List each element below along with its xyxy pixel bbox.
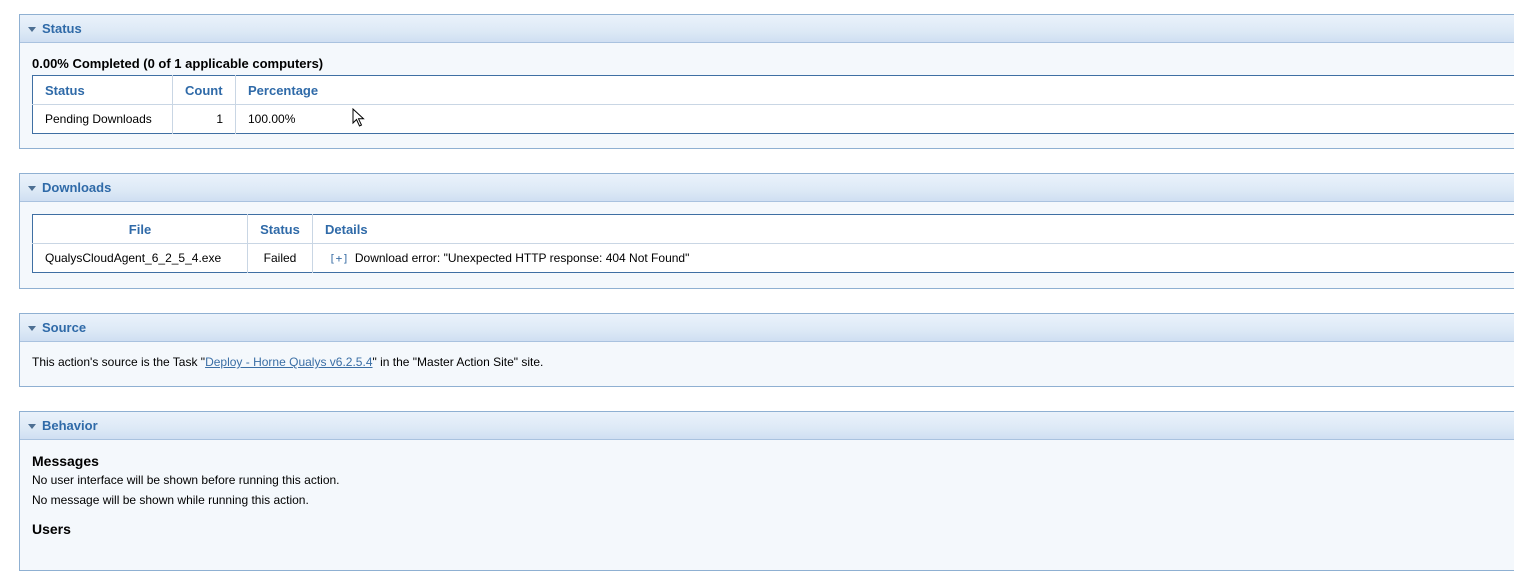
- table-row: Pending Downloads 1 100.00%: [33, 105, 1514, 134]
- status-table: Status Count Percentage Pending Download…: [32, 75, 1514, 134]
- source-section: Source This action's source is the Task …: [19, 313, 1514, 387]
- row-status: Failed: [248, 244, 313, 273]
- behavior-section-header[interactable]: Behavior: [20, 412, 1514, 440]
- column-header-file[interactable]: File: [33, 215, 248, 244]
- column-header-count[interactable]: Count: [173, 76, 236, 105]
- status-section-title: Status: [42, 21, 82, 36]
- users-heading: Users: [32, 520, 1506, 538]
- messages-heading: Messages: [32, 452, 1506, 470]
- column-header-details[interactable]: Details: [313, 215, 1514, 244]
- downloads-section-header[interactable]: Downloads: [20, 174, 1514, 202]
- status-section: Status 0.00% Completed (0 of 1 applicabl…: [19, 14, 1514, 149]
- collapse-triangle-icon[interactable]: [28, 424, 36, 429]
- source-text-before: This action's source is the Task ": [32, 355, 205, 369]
- column-header-percentage[interactable]: Percentage: [236, 76, 1514, 105]
- behavior-section: Behavior Messages No user interface will…: [19, 411, 1514, 571]
- mouse-cursor-icon: [352, 108, 366, 128]
- collapse-triangle-icon[interactable]: [28, 27, 36, 32]
- row-details: [+] Download error: "Unexpected HTTP resp…: [313, 244, 1514, 273]
- downloads-section: Downloads File Status Details QualysClou…: [19, 173, 1514, 289]
- source-task-link[interactable]: Deploy - Horne Qualys v6.2.5.4: [205, 355, 372, 369]
- source-section-header[interactable]: Source: [20, 314, 1514, 342]
- downloads-table: File Status Details QualysCloudAgent_6_2…: [32, 214, 1514, 273]
- details-text: Download error: "Unexpected HTTP respons…: [355, 251, 689, 265]
- collapse-triangle-icon[interactable]: [28, 326, 36, 331]
- row-percentage: 100.00%: [236, 105, 1514, 134]
- source-section-title: Source: [42, 320, 86, 335]
- expand-details-button[interactable]: [+]: [329, 252, 349, 265]
- downloads-section-title: Downloads: [42, 180, 111, 195]
- source-description: This action's source is the Task "Deploy…: [32, 354, 1506, 370]
- column-header-status[interactable]: Status: [248, 215, 313, 244]
- row-file: QualysCloudAgent_6_2_5_4.exe: [33, 244, 248, 273]
- collapse-triangle-icon[interactable]: [28, 186, 36, 191]
- status-section-header[interactable]: Status: [20, 15, 1514, 43]
- row-status: Pending Downloads: [33, 105, 173, 134]
- messages-line-1: No user interface will be shown before r…: [32, 470, 1506, 490]
- messages-line-2: No message will be shown while running t…: [32, 490, 1506, 510]
- column-header-status[interactable]: Status: [33, 76, 173, 105]
- behavior-section-title: Behavior: [42, 418, 98, 433]
- table-row: QualysCloudAgent_6_2_5_4.exe Failed [+] D…: [33, 244, 1514, 273]
- completion-summary: 0.00% Completed (0 of 1 applicable compu…: [32, 56, 1506, 72]
- row-count: 1: [173, 105, 236, 134]
- source-text-after: " in the "Master Action Site" site.: [373, 355, 544, 369]
